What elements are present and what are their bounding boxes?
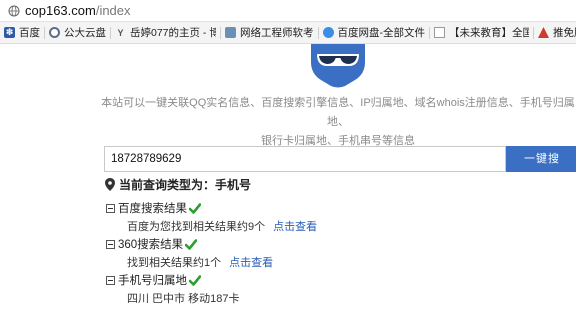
page-icon (434, 27, 445, 38)
result-text: 四川 巴中市 移动187卡 (127, 293, 240, 305)
y-logo-icon: Y (117, 27, 124, 38)
section-phone-location-title[interactable]: 手机号归属地 (106, 272, 201, 288)
bookmark-label: 百度 (19, 27, 40, 39)
network-icon (225, 27, 236, 38)
bookmark-label: 岳婷077的主页 - 博客 (130, 27, 216, 39)
search-button[interactable]: 一键搜 (506, 146, 576, 172)
section-360-title[interactable]: 360搜索结果 (106, 236, 198, 252)
bookmark-label: 网络工程师软考 (240, 27, 314, 39)
red-triangle-icon (538, 27, 549, 38)
target-icon (49, 27, 60, 38)
globe-icon (8, 5, 20, 17)
description-line-1: 本站可以一键关联QQ实名信息、百度搜索引擎信息、IP归属地、域名whois注册信… (101, 97, 575, 128)
bookmark-label: 推免服务 (553, 27, 576, 39)
url-path: /index (95, 3, 131, 18)
section-title-label: 百度搜索结果 (118, 203, 187, 215)
result-text: 找到相关结果约1个 (127, 257, 222, 269)
bookmark-network-engineer[interactable]: 网络工程师软考 (221, 22, 318, 43)
collapse-toggle-icon[interactable] (106, 275, 115, 285)
url-host: cop163.com (25, 3, 96, 18)
checkmark-icon (189, 274, 201, 286)
section-title-label: 手机号归属地 (118, 275, 187, 287)
bookmark-weilai[interactable]: 【未来教育】全国计算 (430, 22, 533, 43)
search-input[interactable] (104, 146, 506, 172)
address-bar[interactable]: cop163.com/index (0, 0, 576, 22)
bookmark-tuimian[interactable]: 推免服务 (534, 22, 576, 43)
location-pin-icon (105, 177, 115, 191)
bookmark-baidu-pan[interactable]: 百度网盘-全部文件 (319, 22, 430, 43)
section-baidu-title[interactable]: 百度搜索结果 (106, 200, 201, 216)
site-description: 本站可以一键关联QQ实名信息、百度搜索引擎信息、IP归属地、域名whois注册信… (100, 94, 576, 151)
bookmark-baidu[interactable]: ✽ 百度 (0, 22, 44, 43)
checkmark-icon (189, 202, 201, 214)
bookmark-label: 【未来教育】全国计算 (449, 27, 529, 39)
baidu-paw-icon: ✽ (4, 27, 15, 38)
bookmark-label: 公大云盘 (64, 27, 106, 39)
view-link[interactable]: 点击查看 (273, 218, 317, 234)
section-baidu-result: 百度为您找到相关结果约9个 点击查看 (127, 218, 317, 234)
view-link[interactable]: 点击查看 (229, 254, 273, 270)
cloud-icon (322, 27, 334, 38)
section-360-result: 找到相关结果约1个 点击查看 (127, 254, 273, 270)
bookmark-blog[interactable]: Y 岳婷077的主页 - 博客 (111, 22, 220, 43)
query-type: 当前查询类型为：手机号 (105, 176, 251, 192)
bookmarks-bar: ✽ 百度 公大云盘 Y 岳婷077的主页 - 博客 网络工程师软考 百度网盘-全… (0, 22, 576, 44)
query-type-label: 当前查询类型为：手机号 (119, 177, 252, 192)
bookmark-label: 百度网盘-全部文件 (337, 27, 426, 39)
section-title-label: 360搜索结果 (118, 239, 184, 251)
bookmark-gongda-cloud[interactable]: 公大云盘 (45, 22, 110, 43)
site-logo (305, 44, 371, 88)
checkmark-icon (185, 238, 198, 250)
collapse-toggle-icon[interactable] (106, 203, 115, 213)
section-phone-location-result: 四川 巴中市 移动187卡 (127, 290, 239, 306)
collapse-toggle-icon[interactable] (106, 239, 115, 249)
result-text: 百度为您找到相关结果约9个 (127, 221, 266, 233)
